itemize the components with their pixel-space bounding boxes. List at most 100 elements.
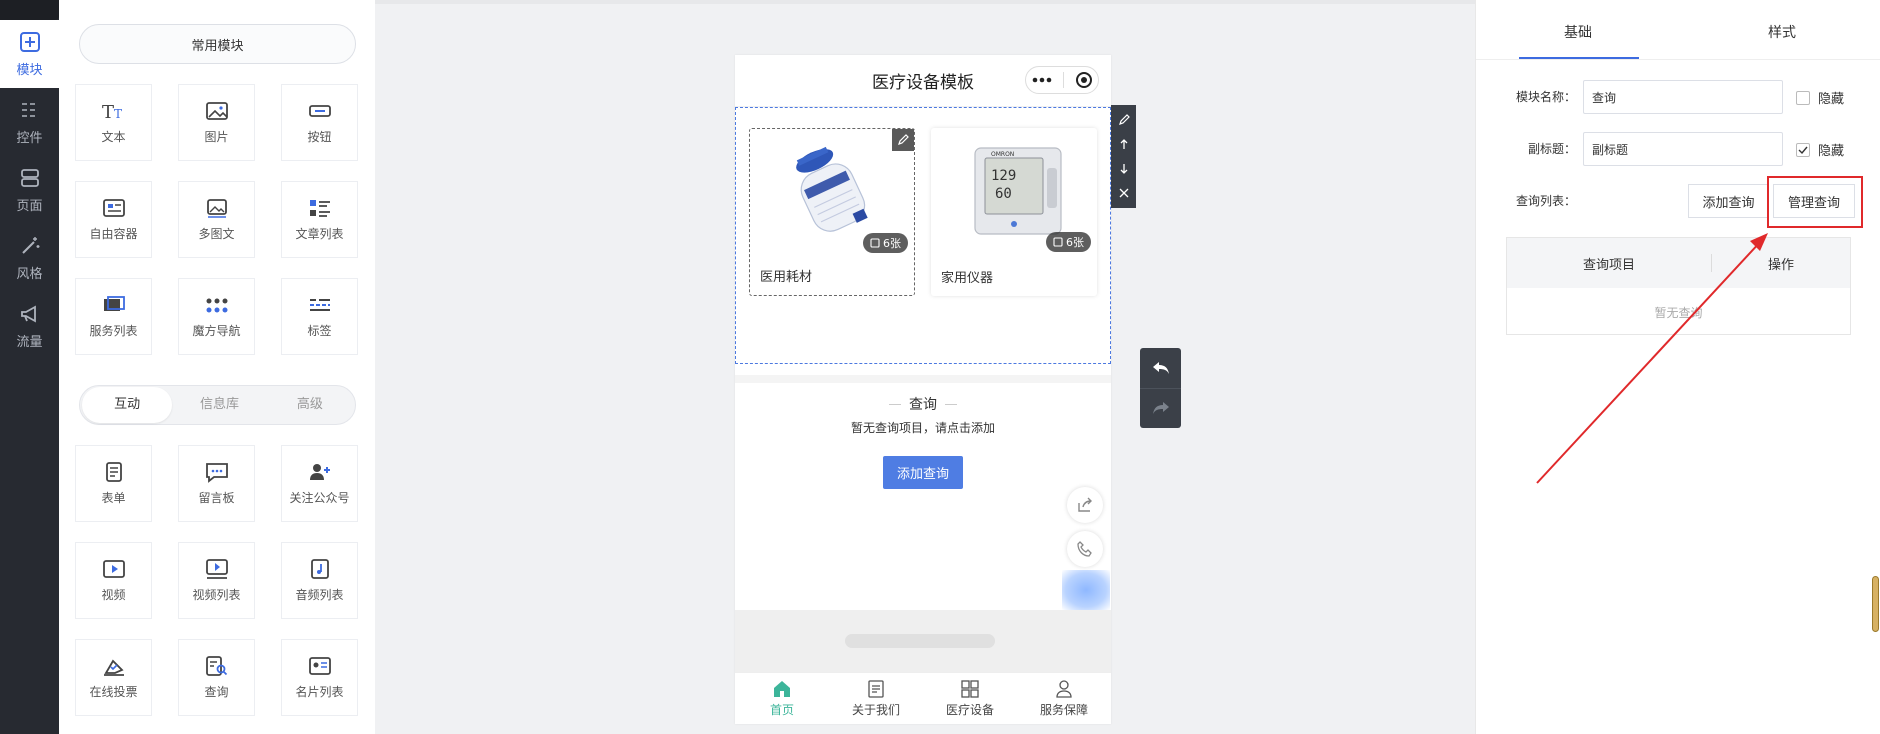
canvas-top-divider <box>375 0 1475 4</box>
phone-icon <box>1077 541 1092 557</box>
properties-tabs: 基础 样式 <box>1476 0 1880 60</box>
tile-label: 留言板 <box>198 491 235 505</box>
tile-label: 视频列表 <box>192 588 241 602</box>
mini-program-capsule[interactable] <box>1025 66 1099 94</box>
module-tile-multi-image[interactable]: 多图文 <box>178 181 255 258</box>
close-icon[interactable] <box>1118 187 1130 199</box>
container-icon <box>102 199 125 217</box>
hide-subtitle-checkbox[interactable]: 隐藏 <box>1796 140 1844 159</box>
svg-text:60: 60 <box>995 186 1012 202</box>
module-tile-card-list[interactable]: 名片列表 <box>281 639 358 716</box>
module-tile-video[interactable]: 视频 <box>75 542 152 619</box>
tile-label: 表单 <box>101 491 126 505</box>
add-query-button[interactable]: 添加查询 <box>883 456 963 489</box>
tile-label: 音频列表 <box>295 588 344 602</box>
category-card-home-devices[interactable]: 129 60 OMRON 6张 家用仪器 <box>931 128 1097 296</box>
module-tile-form[interactable]: 表单 <box>75 445 152 522</box>
svg-text:129: 129 <box>991 168 1016 184</box>
tab-advanced[interactable]: 高级 <box>265 387 355 423</box>
rail-item-style[interactable]: 风格 <box>0 224 59 292</box>
tile-label: 图片 <box>204 130 229 144</box>
grid-icon <box>961 680 979 698</box>
module-tile-online-vote[interactable]: 在线投票 <box>75 639 152 716</box>
tab-medical-devices[interactable]: 医疗设备 <box>923 673 1017 724</box>
query-section-title: 查询 <box>735 375 1111 425</box>
phone-float-button[interactable] <box>1067 531 1103 567</box>
module-tile-query[interactable]: 查询 <box>178 639 255 716</box>
undo-icon <box>1152 361 1169 374</box>
card-title: 医用耗材 <box>760 270 813 285</box>
arrow-down-icon[interactable] <box>1118 163 1130 175</box>
video-icon <box>102 560 125 578</box>
module-tile-container[interactable]: 自由容器 <box>75 181 152 258</box>
tab-info-library[interactable]: 信息库 <box>174 387 264 423</box>
vote-icon <box>103 659 124 676</box>
add-query-button[interactable]: 添加查询 <box>1688 184 1769 218</box>
tab-service-guarantee[interactable]: 服务保障 <box>1017 673 1111 724</box>
image-count-badge: 6张 <box>863 233 908 253</box>
edit-pencil-button[interactable] <box>892 129 914 151</box>
category-card-consumables[interactable]: 6张 医用耗材 <box>749 128 915 296</box>
capsule-divider <box>1062 72 1064 88</box>
tab-basic[interactable]: 基础 <box>1564 22 1592 42</box>
follow-user-icon <box>309 464 330 480</box>
query-table: 查询项目 操作 暂无查询 <box>1506 237 1851 335</box>
module-tile-audio-list[interactable]: 音频列表 <box>281 542 358 619</box>
close-target-icon[interactable] <box>1075 71 1093 89</box>
redo-icon <box>1152 402 1169 415</box>
checkbox-label: 隐藏 <box>1818 92 1845 107</box>
tile-label: 多图文 <box>198 227 235 241</box>
badge-count: 6张 <box>883 237 901 250</box>
tab-home[interactable]: 首页 <box>735 673 829 724</box>
module-name-label: 模块名称： <box>1516 90 1577 104</box>
card-list-icon <box>308 657 331 675</box>
card-title: 家用仪器 <box>941 271 994 286</box>
query-list-label: 查询列表： <box>1516 194 1577 208</box>
module-tile-video-list[interactable]: 视频列表 <box>178 542 255 619</box>
module-tile-message-board[interactable]: 留言板 <box>178 445 255 522</box>
hide-module-name-checkbox[interactable]: 隐藏 <box>1796 88 1844 107</box>
tile-label: 按钮 <box>307 130 332 144</box>
tab-interact[interactable]: 互动 <box>82 387 173 423</box>
common-modules-header[interactable]: 常用模块 <box>79 24 356 64</box>
module-tile-button[interactable]: 按钮 <box>281 84 358 161</box>
dots-grid-icon <box>206 298 227 313</box>
page-title: 医疗设备模板 <box>872 73 974 93</box>
svg-text:OMRON: OMRON <box>991 151 1014 158</box>
arrow-up-icon[interactable] <box>1118 138 1130 150</box>
rail-item-modules[interactable]: 模块 <box>0 20 59 88</box>
copy-icon <box>870 238 880 248</box>
module-tile-text[interactable]: TT 文本 <box>75 84 152 161</box>
undo-redo-panel <box>1140 348 1181 428</box>
share-float-button[interactable] <box>1067 487 1103 523</box>
rail-item-controls[interactable]: 控件 <box>0 88 59 156</box>
pencil-icon <box>898 134 909 145</box>
tab-style[interactable]: 样式 <box>1768 22 1796 42</box>
tab-label: 首页 <box>769 703 794 717</box>
blurred-text <box>845 634 995 648</box>
active-tab-indicator <box>1519 57 1639 59</box>
tab-about-us[interactable]: 关于我们 <box>829 673 923 724</box>
redo-button[interactable] <box>1140 387 1181 429</box>
module-tile-tag[interactable]: 标签 <box>281 278 358 355</box>
scrollbar-thumb[interactable] <box>1872 576 1879 632</box>
module-tile-image[interactable]: 图片 <box>178 84 255 161</box>
edit-pencil-icon[interactable] <box>1118 114 1130 126</box>
module-tile-service-list[interactable]: 服务列表 <box>75 278 152 355</box>
module-tile-follow-account[interactable]: 关注公众号 <box>281 445 358 522</box>
module-tile-article-list[interactable]: 文章列表 <box>281 181 358 258</box>
sliders-icon <box>21 102 38 117</box>
column-header-action: 操作 <box>1767 257 1794 273</box>
rail-item-pages[interactable]: 页面 <box>0 156 59 224</box>
module-tile-cube-nav[interactable]: 魔方导航 <box>178 278 255 355</box>
plus-square-icon <box>19 31 40 52</box>
image-count-badge: 6张 <box>1046 232 1091 252</box>
subtitle-input[interactable]: 副标题 <box>1583 132 1783 166</box>
undo-button[interactable] <box>1140 348 1181 388</box>
document-icon <box>868 680 884 698</box>
module-category-tabs: 互动 信息库 高级 <box>79 385 356 425</box>
module-name-input[interactable]: 查询 <box>1583 80 1783 114</box>
rail-item-traffic[interactable]: 流量 <box>0 292 59 360</box>
more-dots-icon[interactable] <box>1032 77 1052 83</box>
tile-label: 标签 <box>307 324 332 338</box>
